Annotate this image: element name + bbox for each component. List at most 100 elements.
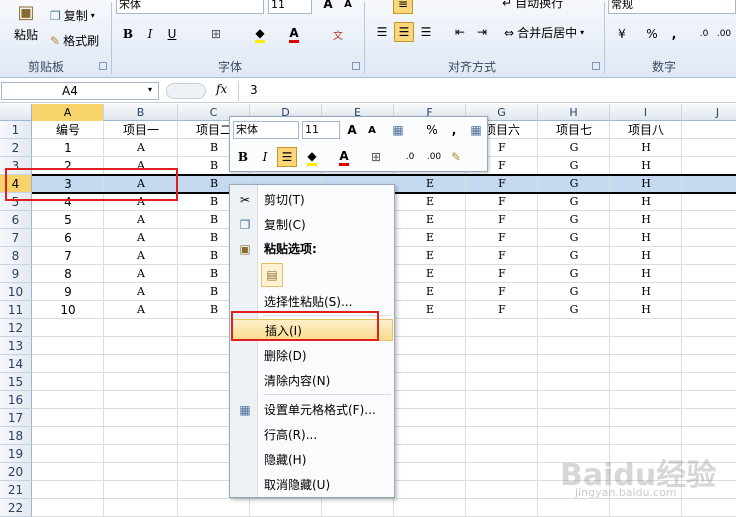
cell[interactable]: 编号 bbox=[32, 121, 104, 139]
increase-decimal-icon[interactable]: .0 bbox=[400, 147, 420, 167]
column-header[interactable]: A bbox=[32, 104, 104, 121]
row-header[interactable]: 20 bbox=[0, 463, 32, 481]
column-header[interactable]: I bbox=[610, 104, 682, 121]
cell[interactable]: H bbox=[610, 301, 682, 319]
font-name-combo[interactable]: 宋体 bbox=[116, 0, 264, 14]
cell[interactable]: A bbox=[104, 265, 178, 283]
menu-item-delete[interactable]: 删除(D) bbox=[231, 345, 393, 367]
grow-font-button[interactable]: A bbox=[342, 120, 362, 140]
cell[interactable]: G bbox=[538, 157, 610, 175]
cell[interactable]: H bbox=[610, 283, 682, 301]
cell[interactable]: A bbox=[104, 301, 178, 319]
cell[interactable]: H bbox=[610, 193, 682, 211]
cell[interactable]: F bbox=[466, 193, 538, 211]
select-all-corner[interactable] bbox=[0, 104, 32, 121]
name-box[interactable]: A4 bbox=[1, 82, 159, 100]
number-format-icon[interactable]: ▦ bbox=[388, 120, 408, 140]
menu-item-clear-contents[interactable]: 清除内容(N) bbox=[231, 370, 393, 392]
format-painter-icon[interactable]: ✎ bbox=[446, 147, 466, 167]
italic-button[interactable]: I bbox=[140, 24, 160, 44]
increase-decimal-icon[interactable]: .0 bbox=[694, 24, 714, 44]
menu-item-paste-special[interactable]: 选择性粘贴(S)... bbox=[231, 291, 393, 313]
decrease-decimal-icon[interactable]: .00 bbox=[714, 24, 734, 44]
cell[interactable]: H bbox=[610, 265, 682, 283]
cell[interactable]: 项目一 bbox=[104, 121, 178, 139]
top-align-icon[interactable]: ≡ bbox=[393, 0, 413, 14]
paste-button[interactable]: ▣ 粘贴 bbox=[6, 2, 46, 43]
cell[interactable]: A bbox=[104, 283, 178, 301]
menu-item-row-height[interactable]: 行高(R)... bbox=[231, 424, 393, 446]
wrap-text-button[interactable]: ↵ 自动换行 bbox=[502, 0, 563, 11]
mini-size-combo[interactable]: 11 bbox=[302, 121, 340, 139]
row-header[interactable]: 14 bbox=[0, 355, 32, 373]
cell[interactable]: E bbox=[394, 211, 466, 229]
menu-item-format-cells[interactable]: ▦ 设置单元格格式(F)... bbox=[231, 399, 393, 421]
font-launcher[interactable] bbox=[352, 62, 360, 70]
row-header[interactable]: 16 bbox=[0, 391, 32, 409]
cell[interactable]: G bbox=[538, 283, 610, 301]
cell[interactable]: 1 bbox=[32, 139, 104, 157]
borders-icon[interactable]: ⊞ bbox=[206, 24, 226, 44]
cell[interactable]: H bbox=[610, 157, 682, 175]
copy-button[interactable]: ❐ 复制 ▾ bbox=[50, 7, 95, 24]
cell[interactable]: A bbox=[104, 247, 178, 265]
cell[interactable]: G bbox=[538, 301, 610, 319]
percent-button[interactable]: % bbox=[642, 24, 662, 44]
cell[interactable]: F bbox=[466, 247, 538, 265]
row-header[interactable]: 6 bbox=[0, 211, 32, 229]
cell[interactable]: 7 bbox=[32, 247, 104, 265]
clipboard-launcher[interactable] bbox=[99, 62, 107, 70]
row-header[interactable]: 10 bbox=[0, 283, 32, 301]
row-header[interactable]: 19 bbox=[0, 445, 32, 463]
cell[interactable]: F bbox=[466, 211, 538, 229]
cell[interactable]: 9 bbox=[32, 283, 104, 301]
cell[interactable]: A bbox=[104, 211, 178, 229]
cell[interactable]: G bbox=[538, 229, 610, 247]
formula-bar-handle[interactable] bbox=[166, 83, 206, 99]
underline-button[interactable]: U bbox=[162, 24, 182, 44]
row-header[interactable]: 13 bbox=[0, 337, 32, 355]
cell[interactable]: 项目七 bbox=[538, 121, 610, 139]
shrink-font-button[interactable]: A bbox=[362, 120, 382, 140]
cell[interactable]: G bbox=[538, 193, 610, 211]
cell[interactable]: E bbox=[394, 229, 466, 247]
decrease-indent-icon[interactable]: ⇤ bbox=[450, 22, 470, 42]
number-format-combo[interactable]: 常规 bbox=[608, 0, 736, 14]
cell[interactable]: F bbox=[466, 265, 538, 283]
cell[interactable]: 8 bbox=[32, 265, 104, 283]
cell[interactable]: 5 bbox=[32, 211, 104, 229]
bold-button[interactable]: B bbox=[118, 24, 138, 44]
align-left-icon[interactable]: ☰ bbox=[372, 22, 392, 42]
menu-item-copy[interactable]: ❐ 复制(C) bbox=[231, 214, 393, 236]
menu-item-hide[interactable]: 隐藏(H) bbox=[231, 449, 393, 471]
currency-icon[interactable]: ¥ bbox=[612, 24, 632, 44]
row-header[interactable]: 12 bbox=[0, 319, 32, 337]
row-header[interactable]: 7 bbox=[0, 229, 32, 247]
align-right-icon[interactable]: ☰ bbox=[416, 22, 436, 42]
cell[interactable]: E bbox=[394, 283, 466, 301]
grow-font-button[interactable]: A bbox=[318, 0, 338, 14]
row-header[interactable]: 1 bbox=[0, 121, 32, 139]
alignment-launcher[interactable] bbox=[592, 62, 600, 70]
cell[interactable]: A bbox=[104, 229, 178, 247]
mini-percent-button[interactable]: % bbox=[422, 120, 442, 140]
font-color-icon[interactable]: A bbox=[284, 24, 304, 44]
cell[interactable]: E bbox=[394, 193, 466, 211]
mini-comma-button[interactable]: , bbox=[444, 120, 464, 140]
cell[interactable]: F bbox=[466, 283, 538, 301]
fill-color-icon[interactable]: ◆ bbox=[302, 147, 322, 167]
cell[interactable]: H bbox=[610, 229, 682, 247]
cell[interactable]: G bbox=[538, 211, 610, 229]
cell[interactable]: 项目八 bbox=[610, 121, 682, 139]
cell[interactable]: G bbox=[538, 247, 610, 265]
cell[interactable]: E bbox=[394, 265, 466, 283]
mini-font-combo[interactable]: 宋体 bbox=[233, 121, 299, 139]
cell[interactable]: F bbox=[466, 229, 538, 247]
cell[interactable]: A bbox=[104, 139, 178, 157]
font-color-icon[interactable]: A bbox=[334, 147, 354, 167]
mini-italic-button[interactable]: I bbox=[255, 147, 275, 167]
row-header[interactable]: 8 bbox=[0, 247, 32, 265]
shrink-font-button[interactable]: A bbox=[338, 0, 358, 14]
column-header[interactable]: B bbox=[104, 104, 178, 121]
cell[interactable]: H bbox=[610, 211, 682, 229]
